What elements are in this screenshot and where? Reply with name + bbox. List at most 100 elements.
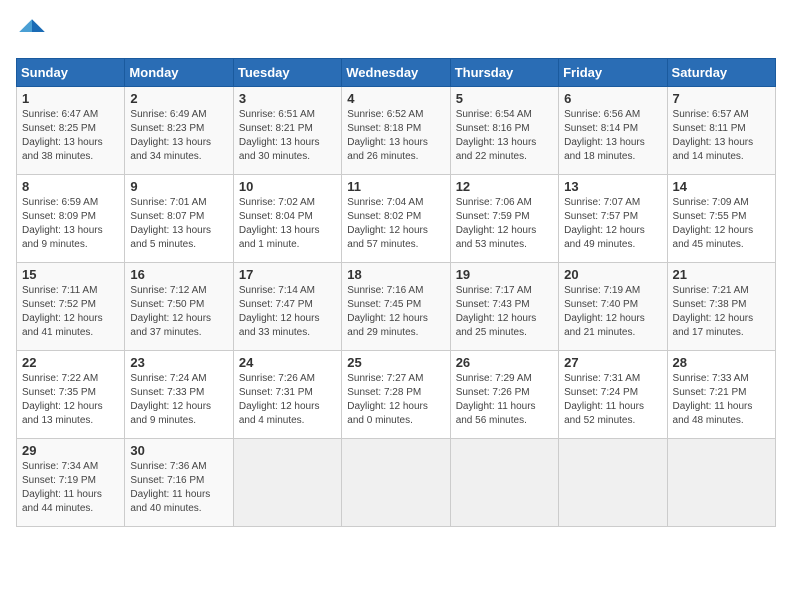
calendar-cell xyxy=(667,439,775,527)
day-number: 6 xyxy=(564,91,661,106)
header-friday: Friday xyxy=(559,59,667,87)
day-info: Sunrise: 7:19 AMSunset: 7:40 PMDaylight:… xyxy=(564,285,645,338)
calendar-cell: 20 Sunrise: 7:19 AMSunset: 7:40 PMDayligh… xyxy=(559,263,667,351)
day-info: Sunrise: 7:34 AMSunset: 7:19 PMDaylight:… xyxy=(22,461,102,514)
calendar-cell: 1 Sunrise: 6:47 AMSunset: 8:25 PMDaylight… xyxy=(17,87,125,175)
day-number: 12 xyxy=(456,179,553,194)
day-number: 25 xyxy=(347,355,444,370)
day-number: 2 xyxy=(130,91,227,106)
day-info: Sunrise: 7:36 AMSunset: 7:16 PMDaylight:… xyxy=(130,461,210,514)
calendar-header-row: SundayMondayTuesdayWednesdayThursdayFrid… xyxy=(17,59,776,87)
calendar-cell: 25 Sunrise: 7:27 AMSunset: 7:28 PMDayligh… xyxy=(342,351,450,439)
day-info: Sunrise: 7:33 AMSunset: 7:21 PMDaylight:… xyxy=(673,373,753,426)
calendar-week-1: 1 Sunrise: 6:47 AMSunset: 8:25 PMDaylight… xyxy=(17,87,776,175)
day-number: 18 xyxy=(347,267,444,282)
calendar-cell: 5 Sunrise: 6:54 AMSunset: 8:16 PMDaylight… xyxy=(450,87,558,175)
day-info: Sunrise: 7:17 AMSunset: 7:43 PMDaylight:… xyxy=(456,285,537,338)
day-number: 30 xyxy=(130,443,227,458)
day-info: Sunrise: 7:02 AMSunset: 8:04 PMDaylight:… xyxy=(239,197,320,250)
calendar-cell: 15 Sunrise: 7:11 AMSunset: 7:52 PMDayligh… xyxy=(17,263,125,351)
calendar-week-4: 22 Sunrise: 7:22 AMSunset: 7:35 PMDayligh… xyxy=(17,351,776,439)
calendar-cell: 21Sunrise: 7:21 AMSunset: 7:38 PMDayligh… xyxy=(667,263,775,351)
day-info: Sunrise: 6:49 AMSunset: 8:23 PMDaylight:… xyxy=(130,109,211,162)
day-info: Sunrise: 7:04 AMSunset: 8:02 PMDaylight:… xyxy=(347,197,428,250)
calendar-week-3: 15 Sunrise: 7:11 AMSunset: 7:52 PMDayligh… xyxy=(17,263,776,351)
day-info: Sunrise: 6:52 AMSunset: 8:18 PMDaylight:… xyxy=(347,109,428,162)
calendar-cell: 11 Sunrise: 7:04 AMSunset: 8:02 PMDayligh… xyxy=(342,175,450,263)
day-info: Sunrise: 7:22 AMSunset: 7:35 PMDaylight:… xyxy=(22,373,103,426)
day-info: Sunrise: 7:01 AMSunset: 8:07 PMDaylight:… xyxy=(130,197,211,250)
day-info: Sunrise: 7:11 AMSunset: 7:52 PMDaylight:… xyxy=(22,285,103,338)
calendar-cell: 26 Sunrise: 7:29 AMSunset: 7:26 PMDayligh… xyxy=(450,351,558,439)
calendar-cell: 27 Sunrise: 7:31 AMSunset: 7:24 PMDayligh… xyxy=(559,351,667,439)
header-thursday: Thursday xyxy=(450,59,558,87)
calendar-cell: 22 Sunrise: 7:22 AMSunset: 7:35 PMDayligh… xyxy=(17,351,125,439)
calendar-cell: 28 Sunrise: 7:33 AMSunset: 7:21 PMDayligh… xyxy=(667,351,775,439)
calendar-cell xyxy=(233,439,341,527)
day-info: Sunrise: 7:16 AMSunset: 7:45 PMDaylight:… xyxy=(347,285,428,338)
day-number: 29 xyxy=(22,443,119,458)
header-wednesday: Wednesday xyxy=(342,59,450,87)
calendar-cell: 8 Sunrise: 6:59 AMSunset: 8:09 PMDaylight… xyxy=(17,175,125,263)
day-info: Sunrise: 7:07 AMSunset: 7:57 PMDaylight:… xyxy=(564,197,645,250)
calendar-cell: 16 Sunrise: 7:12 AMSunset: 7:50 PMDayligh… xyxy=(125,263,233,351)
day-number: 8 xyxy=(22,179,119,194)
day-number: 27 xyxy=(564,355,661,370)
day-info: Sunrise: 7:29 AMSunset: 7:26 PMDaylight:… xyxy=(456,373,536,426)
day-number: 15 xyxy=(22,267,119,282)
day-number: 1 xyxy=(22,91,119,106)
calendar-cell: 30 Sunrise: 7:36 AMSunset: 7:16 PMDayligh… xyxy=(125,439,233,527)
day-number: 4 xyxy=(347,91,444,106)
day-info: Sunrise: 7:27 AMSunset: 7:28 PMDaylight:… xyxy=(347,373,428,426)
calendar-cell: 7Sunrise: 6:57 AMSunset: 8:11 PMDaylight… xyxy=(667,87,775,175)
day-info: Sunrise: 7:26 AMSunset: 7:31 PMDaylight:… xyxy=(239,373,320,426)
calendar-cell: 6 Sunrise: 6:56 AMSunset: 8:14 PMDaylight… xyxy=(559,87,667,175)
day-number: 10 xyxy=(239,179,336,194)
header-tuesday: Tuesday xyxy=(233,59,341,87)
day-number: 3 xyxy=(239,91,336,106)
calendar-cell: 10 Sunrise: 7:02 AMSunset: 8:04 PMDayligh… xyxy=(233,175,341,263)
day-number: 14 xyxy=(673,179,770,194)
calendar-cell xyxy=(342,439,450,527)
day-info: Sunrise: 6:56 AMSunset: 8:14 PMDaylight:… xyxy=(564,109,645,162)
calendar-cell xyxy=(450,439,558,527)
calendar-cell: 12 Sunrise: 7:06 AMSunset: 7:59 PMDayligh… xyxy=(450,175,558,263)
calendar-cell: 4 Sunrise: 6:52 AMSunset: 8:18 PMDaylight… xyxy=(342,87,450,175)
day-number: 7 xyxy=(673,91,770,106)
calendar-table: SundayMondayTuesdayWednesdayThursdayFrid… xyxy=(16,58,776,527)
day-info: Sunrise: 7:31 AMSunset: 7:24 PMDaylight:… xyxy=(564,373,644,426)
day-info: Sunrise: 7:06 AMSunset: 7:59 PMDaylight:… xyxy=(456,197,537,250)
day-info: Sunrise: 7:09 AMSunset: 7:55 PMDaylight:… xyxy=(673,197,754,250)
day-number: 17 xyxy=(239,267,336,282)
day-number: 13 xyxy=(564,179,661,194)
header-monday: Monday xyxy=(125,59,233,87)
calendar-cell: 18 Sunrise: 7:16 AMSunset: 7:45 PMDayligh… xyxy=(342,263,450,351)
calendar-cell xyxy=(559,439,667,527)
logo-icon xyxy=(16,16,48,48)
calendar-week-2: 8 Sunrise: 6:59 AMSunset: 8:09 PMDaylight… xyxy=(17,175,776,263)
day-number: 20 xyxy=(564,267,661,282)
day-number: 16 xyxy=(130,267,227,282)
day-number: 26 xyxy=(456,355,553,370)
day-info: Sunrise: 7:24 AMSunset: 7:33 PMDaylight:… xyxy=(130,373,211,426)
day-info: Sunrise: 7:12 AMSunset: 7:50 PMDaylight:… xyxy=(130,285,211,338)
day-info: Sunrise: 6:54 AMSunset: 8:16 PMDaylight:… xyxy=(456,109,537,162)
day-number: 19 xyxy=(456,267,553,282)
day-number: 11 xyxy=(347,179,444,194)
day-info: Sunrise: 6:47 AMSunset: 8:25 PMDaylight:… xyxy=(22,109,103,162)
day-number: 22 xyxy=(22,355,119,370)
day-number: 28 xyxy=(673,355,770,370)
day-number: 9 xyxy=(130,179,227,194)
calendar-cell: 9 Sunrise: 7:01 AMSunset: 8:07 PMDaylight… xyxy=(125,175,233,263)
day-number: 5 xyxy=(456,91,553,106)
calendar-cell: 13 Sunrise: 7:07 AMSunset: 7:57 PMDayligh… xyxy=(559,175,667,263)
day-info: Sunrise: 6:59 AMSunset: 8:09 PMDaylight:… xyxy=(22,197,103,250)
day-number: 24 xyxy=(239,355,336,370)
header-saturday: Saturday xyxy=(667,59,775,87)
calendar-cell: 29 Sunrise: 7:34 AMSunset: 7:19 PMDayligh… xyxy=(17,439,125,527)
header-sunday: Sunday xyxy=(17,59,125,87)
logo xyxy=(16,16,52,48)
calendar-cell: 19 Sunrise: 7:17 AMSunset: 7:43 PMDayligh… xyxy=(450,263,558,351)
calendar-cell: 2 Sunrise: 6:49 AMSunset: 8:23 PMDaylight… xyxy=(125,87,233,175)
page-header xyxy=(16,16,776,48)
